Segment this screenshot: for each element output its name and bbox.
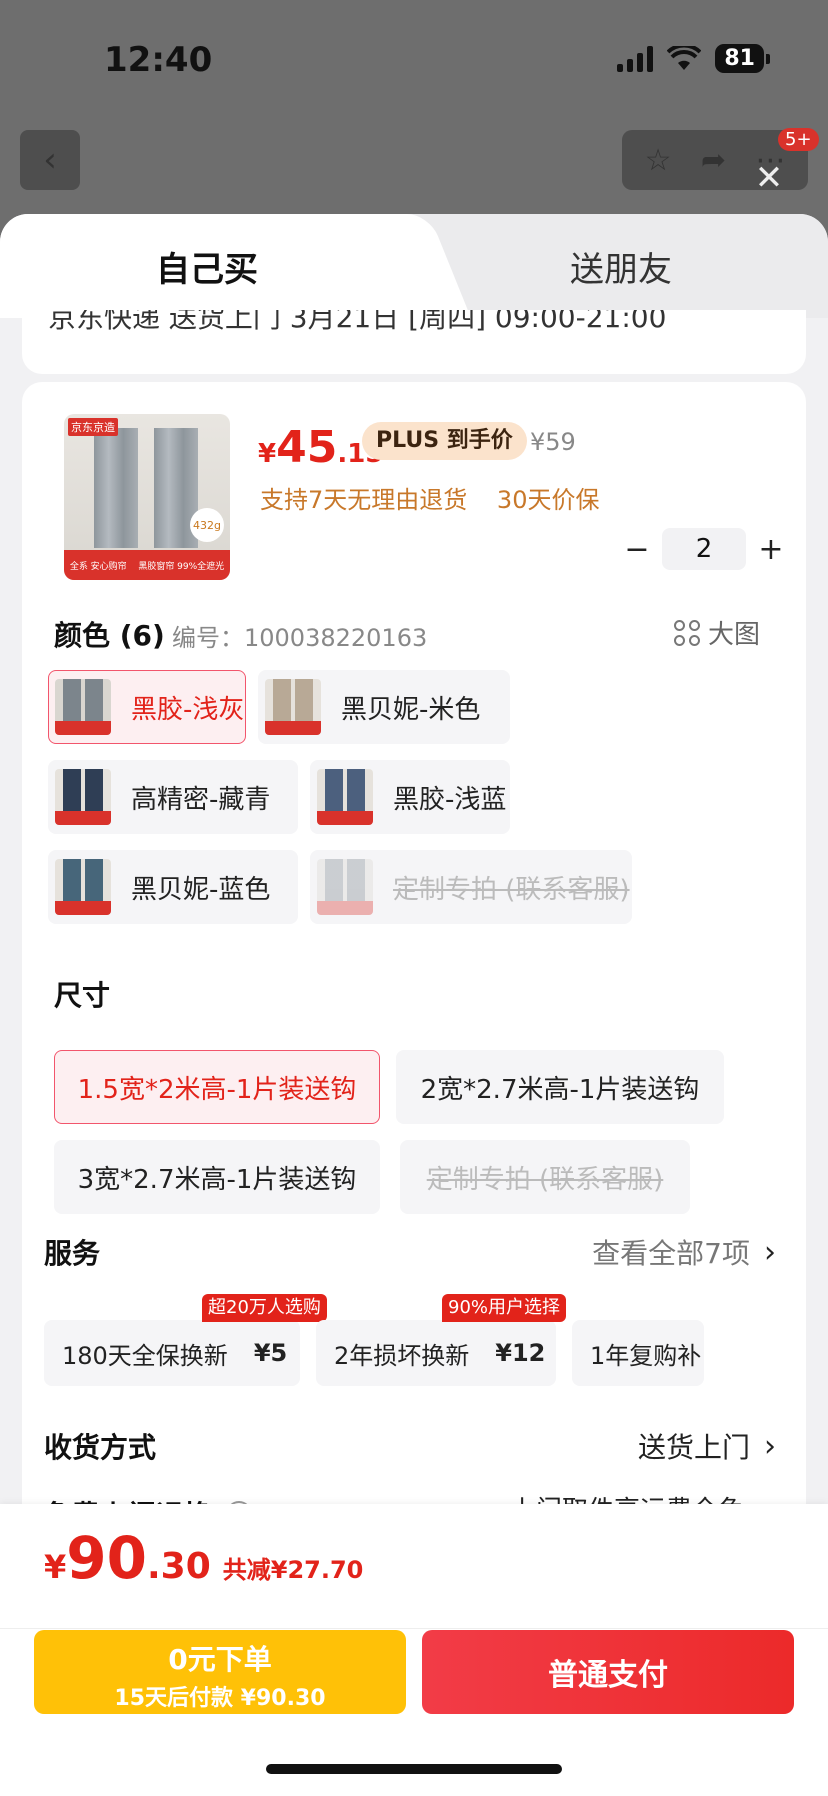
pay-later-line2: 15天后付款 ¥90.30 — [114, 1686, 326, 1711]
size-section-title: 尺寸 — [54, 979, 111, 1012]
back-button: ‹ — [20, 130, 80, 190]
service-view-all-label: 查看全部7项 — [592, 1237, 750, 1270]
thumb-band-right: 黑胶窗帘 99%全遮光 — [138, 561, 225, 572]
service-price: ¥12 — [495, 1339, 546, 1367]
original-price: ¥59 — [530, 428, 576, 456]
tab-buy-self[interactable]: 自己买 — [156, 242, 258, 291]
divider — [0, 1628, 828, 1629]
color-option-blue[interactable]: 黑贝妮-蓝色 — [48, 850, 298, 924]
service-option-full-protect[interactable]: 180天全保换新 ¥5 — [44, 1320, 300, 1386]
color-option-navy[interactable]: 高精密-藏青 — [48, 760, 298, 834]
pay-later-button[interactable]: 0元下单 15天后付款 ¥90.30 — [34, 1630, 406, 1714]
thumb-band-left: 全系 安心购帘 — [69, 561, 127, 572]
price-symbol: ¥ — [258, 439, 277, 469]
delivery-info-card[interactable]: 京东快递 送货上门 3月21日 [周四] 09:00-21:00 — [22, 310, 806, 374]
quantity-minus-button[interactable]: − — [612, 532, 662, 567]
total-decimal: .30 — [146, 1546, 211, 1587]
delivery-method-value: 送货上门 — [637, 1431, 750, 1464]
size-option-3[interactable]: 3宽*2.7米高-1片装送钩 — [54, 1140, 380, 1214]
quantity-stepper: − 2 + — [612, 528, 796, 570]
price-integer: 45 — [276, 422, 338, 473]
color-option-label: 高精密-藏青 — [131, 784, 271, 815]
color-option-custom: 定制专拍 (联系客服) — [310, 850, 632, 924]
service-option-damage-replace[interactable]: 2年损坏换新 ¥12 — [316, 1320, 556, 1386]
delivery-info-text: 京东快递 送货上门 3月21日 [周四] 09:00-21:00 — [48, 310, 667, 334]
delivery-method-title: 收货方式 — [44, 1431, 157, 1464]
service-promises: 支持7天无理由退货 30天价保 — [260, 480, 621, 515]
color-option-beige[interactable]: 黑贝妮-米色 — [258, 670, 510, 744]
color-option-label: 黑胶-浅灰 — [131, 694, 245, 725]
service-view-all-link[interactable]: 查看全部7项 › — [592, 1232, 776, 1272]
service-option-repurchase[interactable]: 1年复购补 — [572, 1320, 704, 1386]
service-tag: 90%用户选择 — [442, 1294, 567, 1322]
total-integer: 90 — [66, 1524, 147, 1592]
battery-icon: 81 — [715, 44, 770, 73]
checkout-bar: ¥ 90 .30 共减¥27.70 0元下单 15天后付款 ¥90.30 普通支… — [0, 1504, 828, 1796]
thumb-band: 全系 安心购帘 黑胶窗帘 99%全遮光 — [64, 550, 230, 580]
service-name: 2年损坏换新 — [334, 1341, 470, 1370]
size-option-2[interactable]: 2宽*2.7米高-1片装送钩 — [396, 1050, 724, 1124]
wifi-icon — [667, 45, 702, 70]
sku-code: 编号：100038220163 — [172, 624, 428, 652]
message-badge: 5+ — [778, 128, 819, 151]
chevron-right-icon: › — [764, 1428, 776, 1464]
purchase-sheet: 自己买 送朋友 京东快递 送货上门 3月21日 [周四] 09:00-21:00… — [0, 214, 828, 1796]
service-tag: 超20万人选购 — [202, 1294, 327, 1322]
product-thumbnail[interactable]: 京东京造 432g 全系 安心购帘 黑胶窗帘 99%全遮光 — [64, 414, 230, 580]
status-time: 12:40 — [104, 40, 213, 80]
promise-price-protect: 30天价保 — [496, 486, 600, 514]
status-bar: 12:40 81 — [0, 0, 828, 120]
pay-later-line1: 0元下单 — [168, 1643, 272, 1676]
status-icons: 81 — [617, 44, 770, 73]
sku-card: 京东京造 432g 全系 安心购帘 黑胶窗帘 99%全遮光 ¥ 45 .15 P… — [22, 382, 806, 1582]
swatch-image — [55, 769, 111, 825]
tab-gift-friend[interactable]: 送朋友 — [570, 242, 672, 291]
color-option-label: 黑贝妮-米色 — [341, 694, 481, 725]
big-view-label: 大图 — [707, 620, 760, 650]
total-saving: 共减¥27.70 — [222, 1556, 364, 1584]
size-option-custom: 定制专拍 (联系客服) — [400, 1140, 690, 1214]
tab-bar: 自己买 送朋友 — [0, 214, 828, 318]
size-option-1[interactable]: 1.5宽*2米高-1片装送钩 — [54, 1050, 380, 1124]
thumb-logo: 京东京造 — [68, 418, 118, 436]
color-option-light-blue[interactable]: 黑胶-浅蓝 — [310, 760, 510, 834]
swatch-image — [55, 859, 111, 915]
grid-icon — [673, 619, 700, 646]
swatch-image — [265, 679, 321, 735]
thumb-weight: 432g — [190, 508, 224, 542]
share-icon: ➦ — [700, 142, 727, 178]
color-option-label: 黑贝妮-蓝色 — [131, 874, 271, 905]
color-section-title: 颜色 (6) — [54, 619, 165, 652]
delivery-method-selector[interactable]: 送货上门 › — [638, 1426, 776, 1466]
promise-return: 支持7天无理由退货 — [260, 486, 468, 514]
star-icon: ☆ — [644, 142, 672, 178]
color-option-label: 黑胶-浅蓝 — [393, 784, 507, 815]
swatch-image — [55, 679, 111, 735]
quantity-value[interactable]: 2 — [662, 528, 746, 570]
color-option-label: 定制专拍 (联系客服) — [393, 874, 630, 905]
home-indicator — [266, 1764, 562, 1774]
service-section-title: 服务 — [44, 1237, 101, 1270]
service-name: 1年复购补 — [590, 1341, 702, 1370]
pay-now-button[interactable]: 普通支付 — [422, 1630, 794, 1714]
total-symbol: ¥ — [44, 1548, 67, 1586]
plus-price-tag: PLUS 到手价 — [362, 422, 527, 460]
close-icon[interactable]: ✕ — [753, 161, 785, 195]
color-option-light-gray[interactable]: 黑胶-浅灰 — [48, 670, 246, 744]
quantity-plus-button[interactable]: + — [746, 532, 796, 567]
service-name: 180天全保换新 — [62, 1341, 228, 1370]
total-price: ¥ 90 .30 共减¥27.70 — [44, 1524, 363, 1592]
big-view-button[interactable]: 大图 — [673, 614, 760, 651]
service-price: ¥5 — [253, 1339, 288, 1367]
signal-icon — [617, 45, 654, 72]
chevron-right-icon: › — [764, 1234, 776, 1270]
swatch-image — [317, 769, 373, 825]
swatch-image — [317, 859, 373, 915]
